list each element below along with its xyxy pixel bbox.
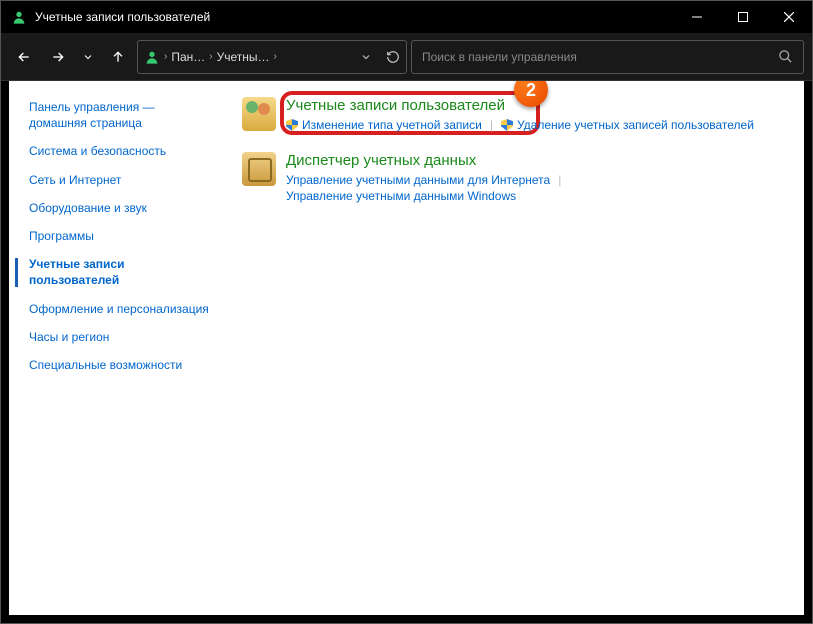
- link-remove-user-accounts[interactable]: Удаление учетных записей пользователей: [501, 118, 754, 132]
- category-credential-manager: Диспетчер учетных данных Управление учет…: [242, 152, 784, 203]
- link-credential-manager-title[interactable]: Диспетчер учетных данных: [286, 152, 476, 169]
- recent-history-button[interactable]: [77, 39, 99, 75]
- sidebar: Панель управления — домашняя страница Си…: [9, 81, 224, 615]
- sidebar-item-system[interactable]: Система и безопасность: [29, 143, 212, 159]
- refresh-icon[interactable]: [386, 50, 400, 64]
- sidebar-item-accessibility[interactable]: Специальные возможности: [29, 357, 212, 373]
- maximize-button[interactable]: [720, 1, 766, 33]
- credential-manager-sublinks: Управление учетными данными для Интернет…: [286, 173, 784, 203]
- sidebar-item-home[interactable]: Панель управления — домашняя страница: [29, 99, 212, 131]
- minimize-button[interactable]: [674, 1, 720, 33]
- separator: |: [490, 118, 493, 132]
- up-button[interactable]: [103, 39, 133, 75]
- link-user-accounts-title[interactable]: Учетные записи пользователей: [286, 97, 505, 114]
- shield-icon: [501, 119, 513, 131]
- link-change-account-type[interactable]: Изменение типа учетной записи: [286, 118, 482, 132]
- sidebar-item-programs[interactable]: Программы: [29, 228, 212, 244]
- sidebar-item-hardware[interactable]: Оборудование и звук: [29, 200, 212, 216]
- separator: |: [558, 173, 561, 187]
- search-icon: [778, 49, 793, 64]
- chevron-down-icon[interactable]: [360, 51, 372, 63]
- forward-button[interactable]: [43, 39, 73, 75]
- breadcrumb-control-panel[interactable]: Пан…: [171, 50, 205, 64]
- back-button[interactable]: [9, 39, 39, 75]
- chevron-right-icon[interactable]: ›: [209, 51, 212, 62]
- sidebar-item-network[interactable]: Сеть и Интернет: [29, 172, 212, 188]
- window-frame: Учетные записи пользователей › Пан…: [0, 0, 813, 624]
- link-manage-windows-credentials[interactable]: Управление учетными данными Windows: [286, 189, 516, 203]
- main-panel: 2 Учетные записи пользователей Изменение…: [224, 81, 804, 615]
- chevron-right-icon[interactable]: ›: [164, 51, 167, 62]
- user-accounts-icon: [11, 9, 27, 25]
- user-accounts-icon: [242, 97, 276, 131]
- address-bar[interactable]: › Пан… › Учетны… ›: [137, 40, 407, 74]
- breadcrumb-user-accounts[interactable]: Учетны…: [217, 50, 270, 64]
- user-accounts-sublinks: Изменение типа учетной записи | Удаление…: [286, 118, 784, 132]
- sidebar-item-clock-region[interactable]: Часы и регион: [29, 329, 212, 345]
- search-placeholder: Поиск в панели управления: [422, 50, 778, 64]
- credential-manager-icon: [242, 152, 276, 186]
- category-user-accounts: Учетные записи пользователей Изменение т…: [242, 97, 784, 132]
- search-box[interactable]: Поиск в панели управления: [411, 40, 804, 74]
- navigation-bar: › Пан… › Учетны… › Поиск в панели управл…: [1, 33, 812, 81]
- link-manage-web-credentials[interactable]: Управление учетными данными для Интернет…: [286, 173, 550, 187]
- sidebar-item-user-accounts[interactable]: Учетные записи пользователей: [29, 256, 212, 288]
- close-button[interactable]: [766, 1, 812, 33]
- sidebar-item-appearance[interactable]: Оформление и персонализация: [29, 301, 212, 317]
- address-icon: [144, 49, 160, 65]
- chevron-right-icon[interactable]: ›: [274, 51, 277, 62]
- window-title: Учетные записи пользователей: [35, 10, 210, 24]
- content-area: Панель управления — домашняя страница Си…: [9, 81, 804, 615]
- shield-icon: [286, 119, 298, 131]
- titlebar: Учетные записи пользователей: [1, 1, 812, 33]
